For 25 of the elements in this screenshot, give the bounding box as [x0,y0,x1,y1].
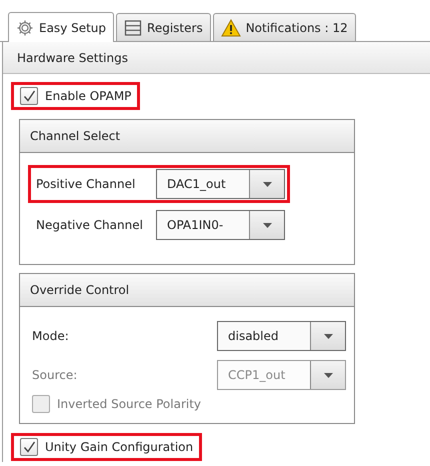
caret-icon [262,182,272,186]
field-label: Mode: [32,329,69,343]
field-label: Source: [32,368,78,382]
checkbox-label: Inverted Source Polarity [57,397,202,411]
list-icon [124,18,142,36]
gear-icon [16,18,34,36]
checkbox[interactable] [20,438,38,456]
checkbox-label: Unity Gain Configuration [45,440,194,454]
tab[interactable]: Notifications : 12 [212,13,356,41]
checkbox-label: Enable OPAMP [45,89,132,103]
tab[interactable]: Easy Setup [8,12,114,42]
caret-icon [262,222,272,228]
field-label: Positive Channel [36,177,136,191]
dropdown[interactable]: OPA1IN0- [156,210,285,240]
section-header: Hardware Settings [3,42,430,74]
tab[interactable]: Registers [116,13,211,41]
caret-icon [324,334,332,338]
caret-icon [324,372,332,378]
warning-icon [220,18,241,36]
dropdown[interactable]: disabled [217,321,346,351]
panel-header: Override Control [20,274,354,307]
checkbox[interactable] [20,87,38,105]
panel-header: Channel Select [20,120,354,153]
dropdown[interactable]: DAC1_out [156,169,285,199]
field-label: Negative Channel [36,218,144,232]
